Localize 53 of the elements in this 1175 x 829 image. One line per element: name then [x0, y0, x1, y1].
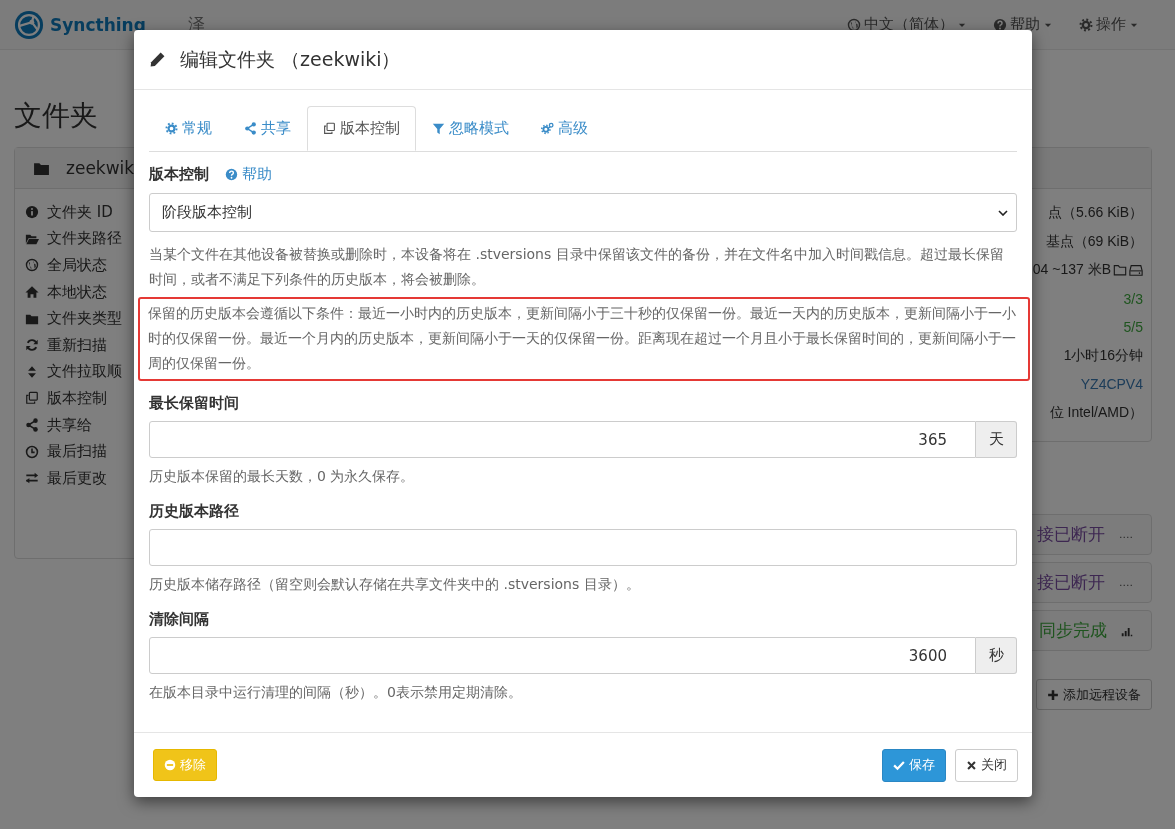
description-text: 当某个文件在其他设备被替换或删除时，本设备将在 .stversions 目录中保留该文件的备份，并在文件名中加入时间戳信息。超过最长保留时间，或者不满足下列条件的历史版本，将会被删除。 — [149, 245, 1005, 289]
save-button[interactable]: 保存 — [882, 748, 946, 782]
device-detail: .... — [1119, 528, 1133, 541]
property-label: 共享给 — [47, 415, 92, 435]
property-label: 全局状态 — [47, 256, 107, 275]
property-label: 本地状态 — [47, 282, 107, 302]
menu-dropdown[interactable]: 操作 — [1079, 15, 1139, 34]
device-status: 同步完成 — [1039, 619, 1107, 642]
property-label: 最后更改 — [47, 468, 107, 488]
tab[interactable]: 共享 — [228, 106, 307, 151]
property-value: 04 ~137 米B — [1032, 261, 1111, 280]
versioning-select[interactable]: 阶段版本控制 — [149, 193, 1017, 232]
unit-label: 秒 — [976, 637, 1017, 674]
property-value: 点（5.66 KiB） — [1048, 204, 1143, 223]
property-label: 重新扫描 — [47, 335, 107, 355]
close-button[interactable]: 关闭 — [955, 748, 1018, 782]
help-text: 在版本目录中运行清理的间隔（秒）。0表示禁用定期清除。 — [149, 683, 523, 702]
help-text: 历史版本保留的最长天数，0 为永久保存。 — [149, 467, 416, 486]
add-device-button[interactable]: 添加远程设备 — [1036, 679, 1152, 710]
property-label: 文件夹 ID — [47, 202, 113, 222]
property-label: 文件夹类型 — [47, 309, 122, 329]
highlighted-note: 保留的历史版本会遵循以下条件：最近一小时内的历史版本，更新间隔小于三十秒的仅保留一份。最近一天内的历史版本，更新间隔小于一小时的仅保留一份。最近一个月内的历史版本，更新间隔小于一天的仅保留一份。距离现在超过一个月且小于最长保留时间的，更新间隔小于一周的仅保留一份。 — [138, 297, 1030, 381]
field-label: 版本控制 — [149, 164, 209, 184]
property-value: 3/3 — [1123, 290, 1143, 307]
property-label: 文件夹路径 — [47, 229, 122, 249]
property-value: YZ4CPV4 — [1080, 376, 1143, 393]
field-label: 最长保留时间 — [149, 393, 240, 414]
field-label: 清除间隔 — [149, 609, 210, 630]
unit-label: 天 — [976, 421, 1017, 458]
tab[interactable]: 忽略模式 — [416, 106, 525, 151]
help-text: 历史版本储存路径（留空则会默认存储在共享文件夹中的 .stversions 目录）。 — [149, 575, 641, 594]
tab[interactable]: 版本控制 — [307, 106, 416, 151]
input-field[interactable]: 3600 — [149, 637, 976, 674]
property-value: 位 Intel/AMD） — [1049, 403, 1143, 422]
property-value: 1小时16分钟 — [1063, 346, 1143, 365]
property-label: 版本控制 — [47, 388, 107, 408]
property-label: 最后扫描 — [47, 442, 107, 462]
tab[interactable]: 高级 — [525, 106, 604, 151]
brand-name[interactable]: Syncthing — [50, 14, 146, 35]
tab[interactable]: 常规 — [149, 106, 228, 151]
device-status: 接已断开 — [1037, 523, 1105, 546]
property-value: 基点（69 KiB） — [1045, 232, 1143, 251]
property-value: 5/5 — [1123, 319, 1143, 336]
dialog-title: 编辑文件夹 （zeekwiki） — [180, 46, 401, 72]
device-detail: .... — [1119, 576, 1133, 589]
help-link[interactable]: 帮助 — [225, 164, 272, 184]
menu-dropdown[interactable]: 帮助 — [993, 15, 1053, 34]
field-label: 历史版本路径 — [149, 501, 240, 522]
input-field[interactable]: 365 — [149, 421, 976, 458]
section-heading: 文件夹 — [14, 98, 98, 134]
folder-name[interactable]: zeekwik — [66, 158, 135, 178]
device-status: 接已断开 — [1037, 571, 1105, 594]
property-label: 文件拉取顺 — [47, 362, 122, 382]
